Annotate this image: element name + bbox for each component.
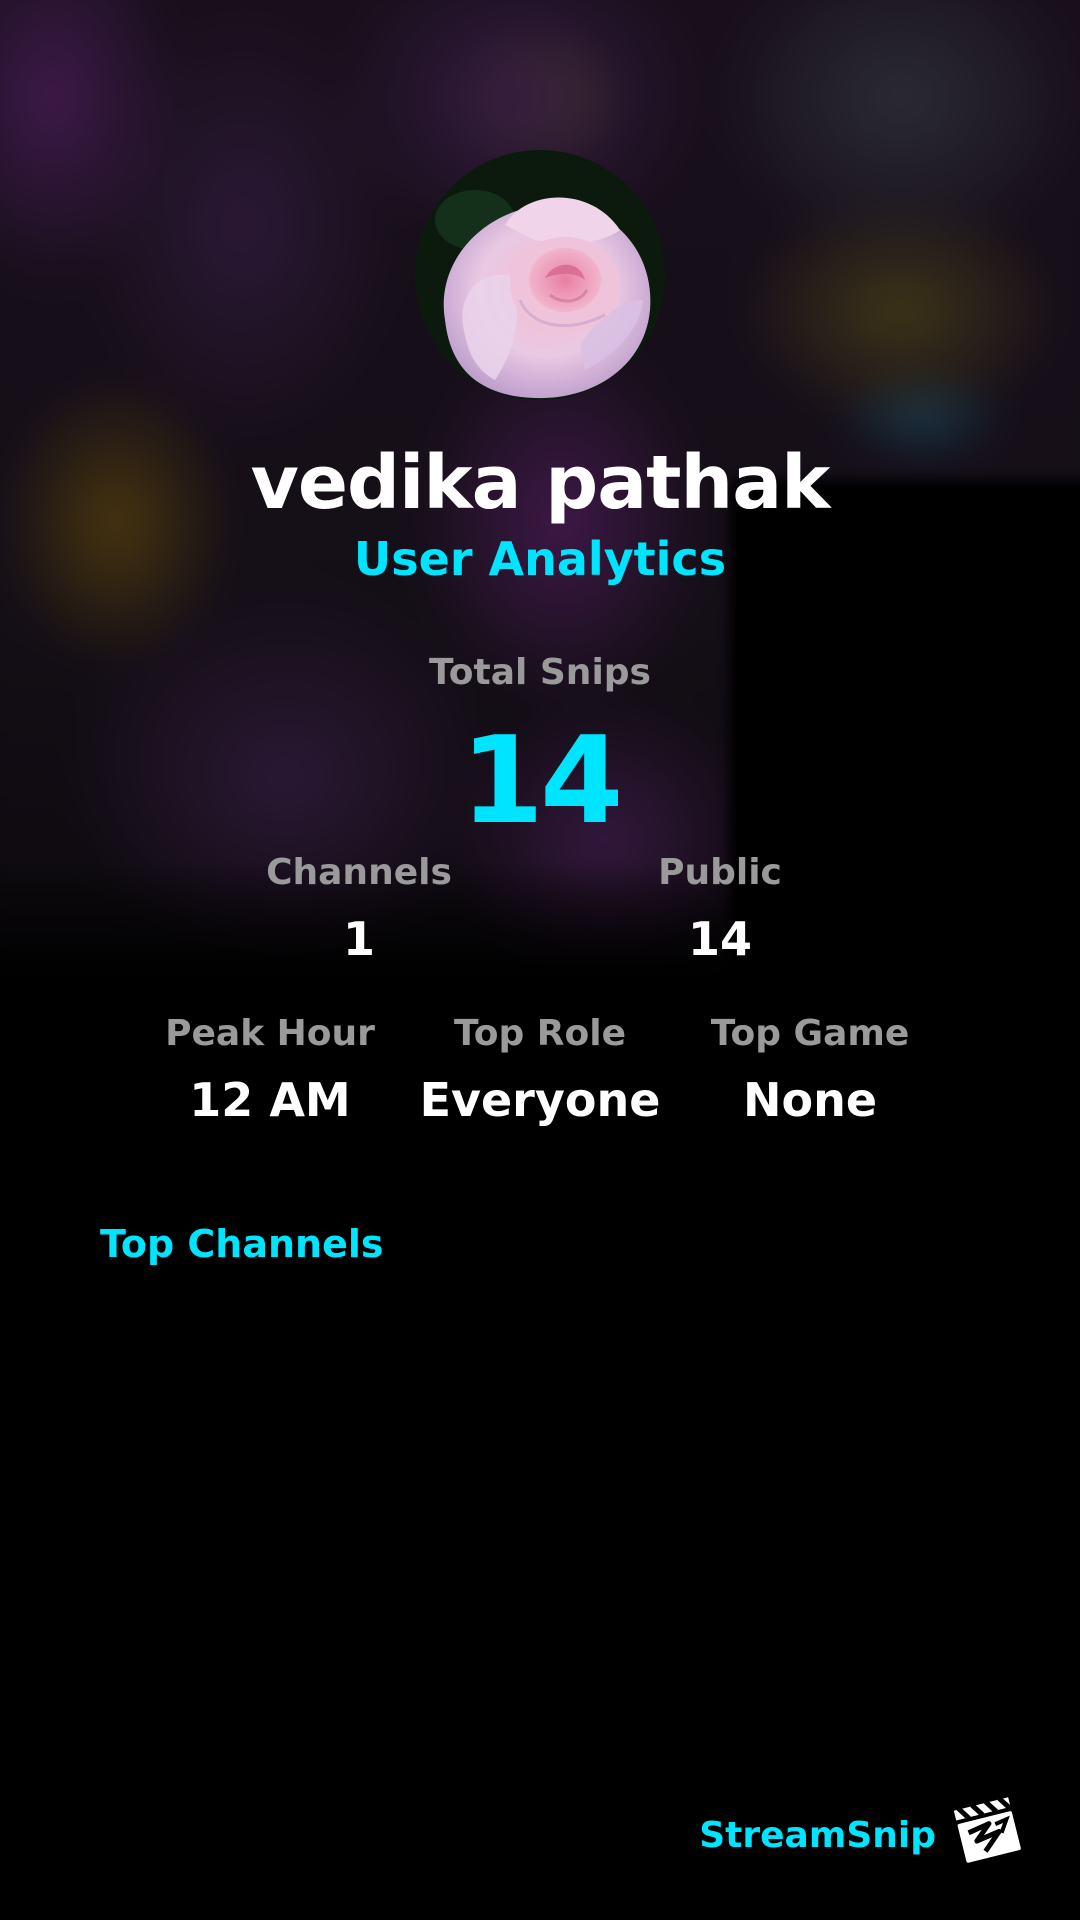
top-role-value: Everyone xyxy=(419,1073,661,1127)
top-game-value: None xyxy=(742,1073,878,1127)
total-snips-label: Total Snips xyxy=(429,652,651,693)
peak-hour-value: 12 AM xyxy=(189,1073,351,1127)
brand-name: StreamSnip xyxy=(699,1815,936,1856)
top-channels-heading: Top Channels xyxy=(100,1222,384,1266)
analytics-card: vedika pathak User Analytics Total Snips… xyxy=(0,0,1080,1920)
clapperboard-icon xyxy=(950,1790,1026,1866)
peak-hour-label: Peak Hour xyxy=(165,1013,375,1054)
channels-label: Channels xyxy=(266,852,452,893)
username: vedika pathak xyxy=(250,440,831,526)
avatar xyxy=(415,150,665,400)
rose-avatar-image xyxy=(415,150,665,400)
top-role-label: Top Role xyxy=(453,1013,627,1054)
public-label: Public xyxy=(658,852,782,893)
top-game-label: Top Game xyxy=(710,1013,910,1054)
public-value: 14 xyxy=(687,912,752,966)
total-snips-value: 14 xyxy=(460,712,624,851)
page-subtitle: User Analytics xyxy=(353,532,727,586)
channels-value: 1 xyxy=(342,912,375,966)
